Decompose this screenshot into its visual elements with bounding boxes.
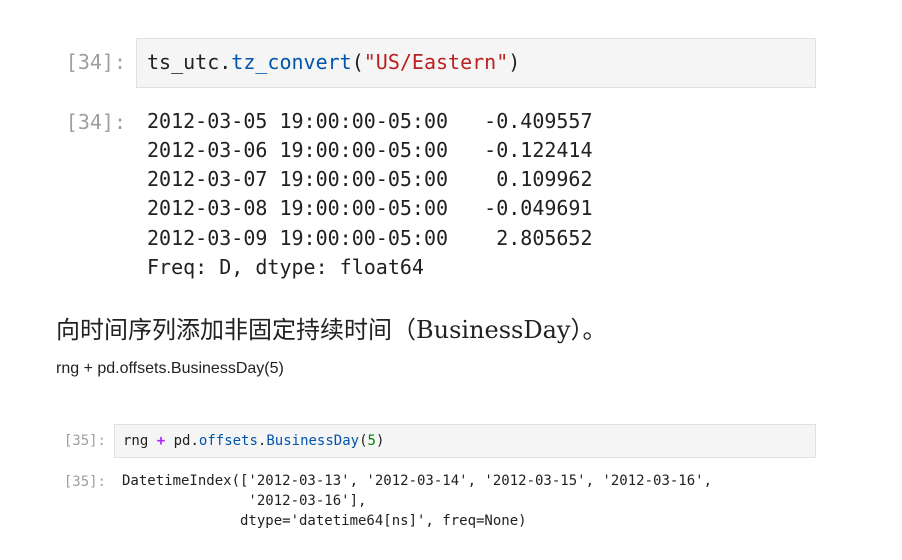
output-line: 2012-03-07 19:00:00-05:00 0.109962 — [147, 167, 593, 191]
code-token: tz_convert — [231, 50, 352, 74]
output-line: 2012-03-09 19:00:00-05:00 2.805652 — [147, 226, 593, 250]
code-token: ts_utc — [147, 50, 220, 74]
output-line: 2012-03-08 19:00:00-05:00 -0.049691 — [147, 196, 593, 220]
output-line: Freq: D, dtype: float64 — [147, 255, 424, 279]
code-token: ) — [508, 50, 521, 74]
code-token: rng — [123, 433, 149, 449]
cell-34-output-prompt: [34]: — [65, 110, 126, 134]
cell-35-code: rng + pd.offsets.BusinessDay(5) — [123, 433, 384, 449]
code-token: BusinessDay — [266, 433, 360, 449]
note-heading: 向时间序列添加非固定持续时间（BusinessDay）。 — [56, 316, 607, 344]
cell-35-code-cell[interactable]: rng + pd.offsets.BusinessDay(5) — [114, 424, 816, 458]
cell-35-input-prompt: [35]: — [63, 433, 106, 449]
note-code-line: rng + pd.offsets.BusinessDay(5) — [56, 360, 284, 377]
output-line: 2012-03-06 19:00:00-05:00 -0.122414 — [147, 138, 593, 162]
code-token: offsets — [198, 433, 258, 449]
code-token: . — [190, 433, 199, 449]
output-line: '2012-03-16'], — [122, 493, 367, 509]
code-token: + — [156, 433, 166, 449]
code-token: . — [219, 50, 232, 74]
cell-34-code-cell[interactable]: ts_utc.tz_convert("US/Eastern") — [136, 38, 816, 88]
output-line: dtype='datetime64[ns]', freq=None) — [122, 513, 527, 529]
code-token: ( — [351, 50, 364, 74]
code-token: 5 — [367, 433, 376, 449]
cell-35-output-prompt: [35]: — [63, 474, 106, 490]
code-token: pd — [173, 433, 191, 449]
cell-34-code: ts_utc.tz_convert("US/Eastern") — [147, 50, 520, 74]
code-token: ( — [359, 433, 368, 449]
output-line: DatetimeIndex(['2012-03-13', '2012-03-14… — [122, 473, 713, 489]
code-token: "US/Eastern" — [363, 50, 509, 74]
cell-34-input-prompt: [34]: — [65, 50, 126, 74]
code-token: ) — [375, 433, 385, 449]
output-line: 2012-03-05 19:00:00-05:00 -0.409557 — [147, 109, 593, 133]
